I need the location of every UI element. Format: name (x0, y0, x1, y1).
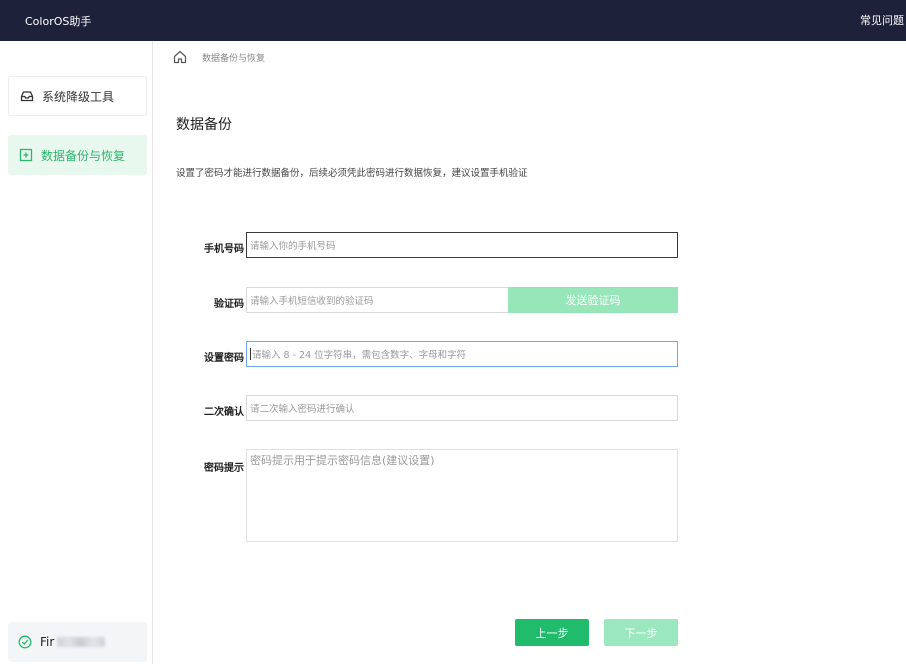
previous-step-button[interactable]: 上一步 (515, 619, 589, 646)
code-label: 验证码 (214, 299, 244, 310)
sidebar-item-downgrade-tool[interactable]: 系统降级工具 (8, 76, 147, 116)
device-name: Fir (40, 635, 55, 649)
next-step-button[interactable]: 下一步 (604, 619, 678, 646)
app-title: ColorOS助手 (25, 15, 92, 28)
device-status[interactable]: Fir (8, 622, 147, 662)
sidebar-item-label: 数据备份与恢复 (41, 148, 126, 163)
phone-input[interactable]: 请输入你的手机号码 (246, 232, 678, 258)
text-caret (250, 348, 251, 360)
password-placeholder: 请输入 8 - 24 位字符串，需包含数字、字母和字符 (252, 350, 467, 361)
top-bar: ColorOS助手 常见问题 (0, 0, 906, 41)
sidebar-item-label: 系统降级工具 (42, 89, 115, 104)
code-placeholder: 请输入手机短信收到的验证码 (250, 296, 374, 307)
phone-placeholder: 请输入你的手机号码 (250, 241, 336, 252)
sidebar-item-data-backup[interactable]: 数据备份与恢复 (8, 135, 147, 175)
hint-placeholder: 密码提示用于提示密码信息(建议设置) (250, 454, 435, 467)
confirm-password-input[interactable]: 请二次输入密码进行确认 (246, 395, 678, 421)
password-input[interactable]: 请输入 8 - 24 位字符串，需包含数字、字母和字符 (246, 341, 678, 367)
send-code-button[interactable]: 发送验证码 (508, 287, 678, 313)
verification-code-input[interactable]: 请输入手机短信收到的验证码 (246, 287, 508, 313)
breadcrumb: 数据备份与恢复 (172, 49, 265, 65)
inbox-icon (20, 89, 34, 103)
password-hint-textarea[interactable]: 密码提示用于提示密码信息(建议设置) (246, 449, 678, 542)
confirm-label: 二次确认 (204, 407, 244, 418)
page-description: 设置了密码才能进行数据备份，后续必须凭此密码进行数据恢复，建议设置手机验证 (176, 168, 528, 179)
password-label: 设置密码 (204, 353, 244, 364)
sidebar: 系统降级工具 数据备份与恢复 Fir (0, 41, 153, 664)
page-title: 数据备份 (176, 117, 232, 133)
home-icon[interactable] (172, 49, 188, 65)
check-circle-icon (18, 635, 32, 649)
device-name-redacted (57, 637, 106, 647)
breadcrumb-current: 数据备份与恢复 (202, 53, 266, 64)
phone-label: 手机号码 (204, 244, 244, 255)
confirm-placeholder: 请二次输入密码进行确认 (250, 404, 355, 415)
faq-link[interactable]: 常见问题 (860, 12, 904, 28)
plus-square-icon (19, 148, 33, 162)
hint-label: 密码提示 (204, 463, 244, 474)
